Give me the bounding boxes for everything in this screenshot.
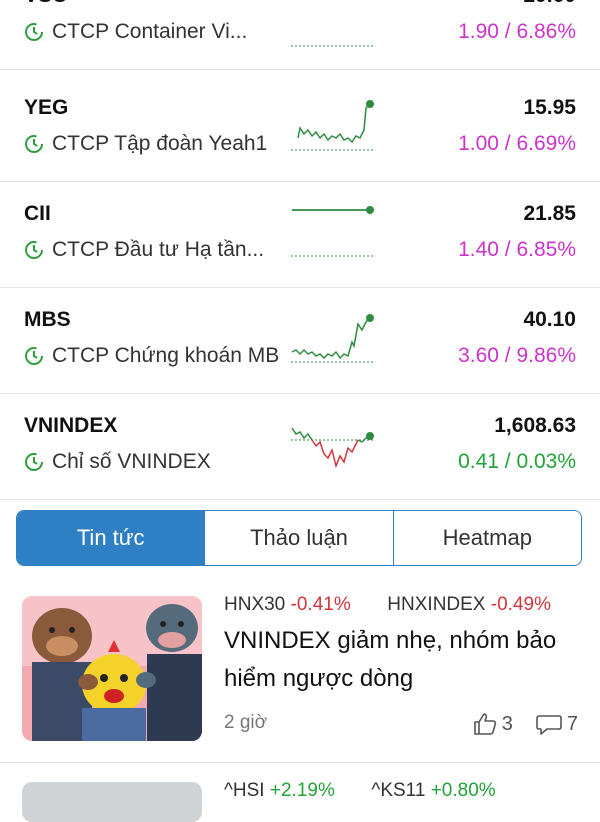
comment-count: 7 [566,712,578,735]
sparkline [291,314,374,363]
clock-icon [25,241,43,259]
company-name: CTCP Đầu tư Hạ tần... [52,238,265,261]
tab-heatmap[interactable]: Heatmap [392,511,581,565]
ticker: VSC [24,0,67,8]
stock-row-vsc[interactable]: VSC 29.60 CTCP Container Vi... 1.90 / 6.… [0,0,600,70]
news-thumbnail [22,596,202,741]
sparkline [291,206,374,257]
stock-row-cii[interactable]: CII 21.85 CTCP Đầu tư Hạ tần... 1.40 / 6… [0,182,600,288]
clock-icon [25,453,43,471]
index-change: +2.19% [269,780,335,801]
price: 29.60 [523,0,576,8]
content-tabs: Tin tức Thảo luận Heatmap [16,510,582,566]
index-name[interactable]: HNX30 [224,594,285,615]
ticker: MBS [24,308,71,331]
stock-row-vnindex[interactable]: VNINDEX 1,608.63 Chỉ số VNINDEX 0.41 / 0… [0,394,600,500]
divider [0,762,600,763]
change: 0.41 / 0.03% [458,450,576,473]
index-line: HNX30 -0.41% HNXINDEX -0.49% [224,594,551,616]
news-time: 2 giờ [224,712,268,733]
stock-row-yeg[interactable]: YEG 15.95 CTCP Tập đoàn Yeah1 1.00 / 6.6… [0,76,600,182]
sparkline [291,427,374,469]
clock-icon [25,347,43,365]
news-headline[interactable]: VNINDEX giảm nhẹ, nhóm bảo hiểm ngược dò… [224,622,574,698]
change: 1.90 / 6.86% [458,20,576,43]
tab-discussion[interactable]: Thảo luận [204,511,393,565]
company-line: Chỉ số VNINDEX [24,450,211,474]
index-name[interactable]: ^KS11 [371,780,425,801]
company-name: Chỉ số VNINDEX [52,450,211,473]
stock-row-mbs[interactable]: MBS 40.10 CTCP Chứng khoán MB 3.60 / 9.8… [0,288,600,394]
news-item[interactable]: HNX30 -0.41% HNXINDEX -0.49% VNINDEX giả… [0,582,600,758]
clock-icon [25,135,43,153]
comment-icon[interactable] [535,712,563,736]
price: 15.95 [523,96,576,119]
company-name: CTCP Tập đoàn Yeah1 [52,132,268,155]
company-line: CTCP Chứng khoán MB [24,344,279,368]
company-name: CTCP Chứng khoán MB [52,344,280,367]
company-line: CTCP Đầu tư Hạ tần... [24,238,264,262]
index-change: +0.80% [430,780,496,801]
index-name[interactable]: ^HSI [224,780,265,801]
company-line: CTCP Tập đoàn Yeah1 [24,132,267,156]
sparkline [291,100,374,151]
news-reactions: 3 7 [472,712,578,736]
price: 21.85 [523,202,576,225]
change: 3.60 / 9.86% [458,344,576,367]
clock-icon [25,23,43,41]
index-name[interactable]: HNXINDEX [387,594,485,615]
sparkline [291,45,374,47]
like-count: 3 [501,712,513,735]
tab-news[interactable]: Tin tức [17,511,205,565]
change: 1.40 / 6.85% [458,238,576,261]
price: 40.10 [523,308,576,331]
index-change: -0.41% [290,594,351,615]
company-name: CTCP Container Vi... [52,20,248,43]
change: 1.00 / 6.69% [458,132,576,155]
ticker: VNINDEX [24,414,118,437]
ticker: YEG [24,96,69,119]
news-item[interactable]: ^HSI +2.19% ^KS11 +0.80% [0,764,600,822]
company-line: CTCP Container Vi... [24,20,247,44]
like-icon[interactable] [472,712,498,736]
price: 1,608.63 [494,414,576,437]
news-thumbnail [22,782,202,822]
ticker: CII [24,202,51,225]
index-line: ^HSI +2.19% ^KS11 +0.80% [224,780,496,802]
index-change: -0.49% [490,594,551,615]
